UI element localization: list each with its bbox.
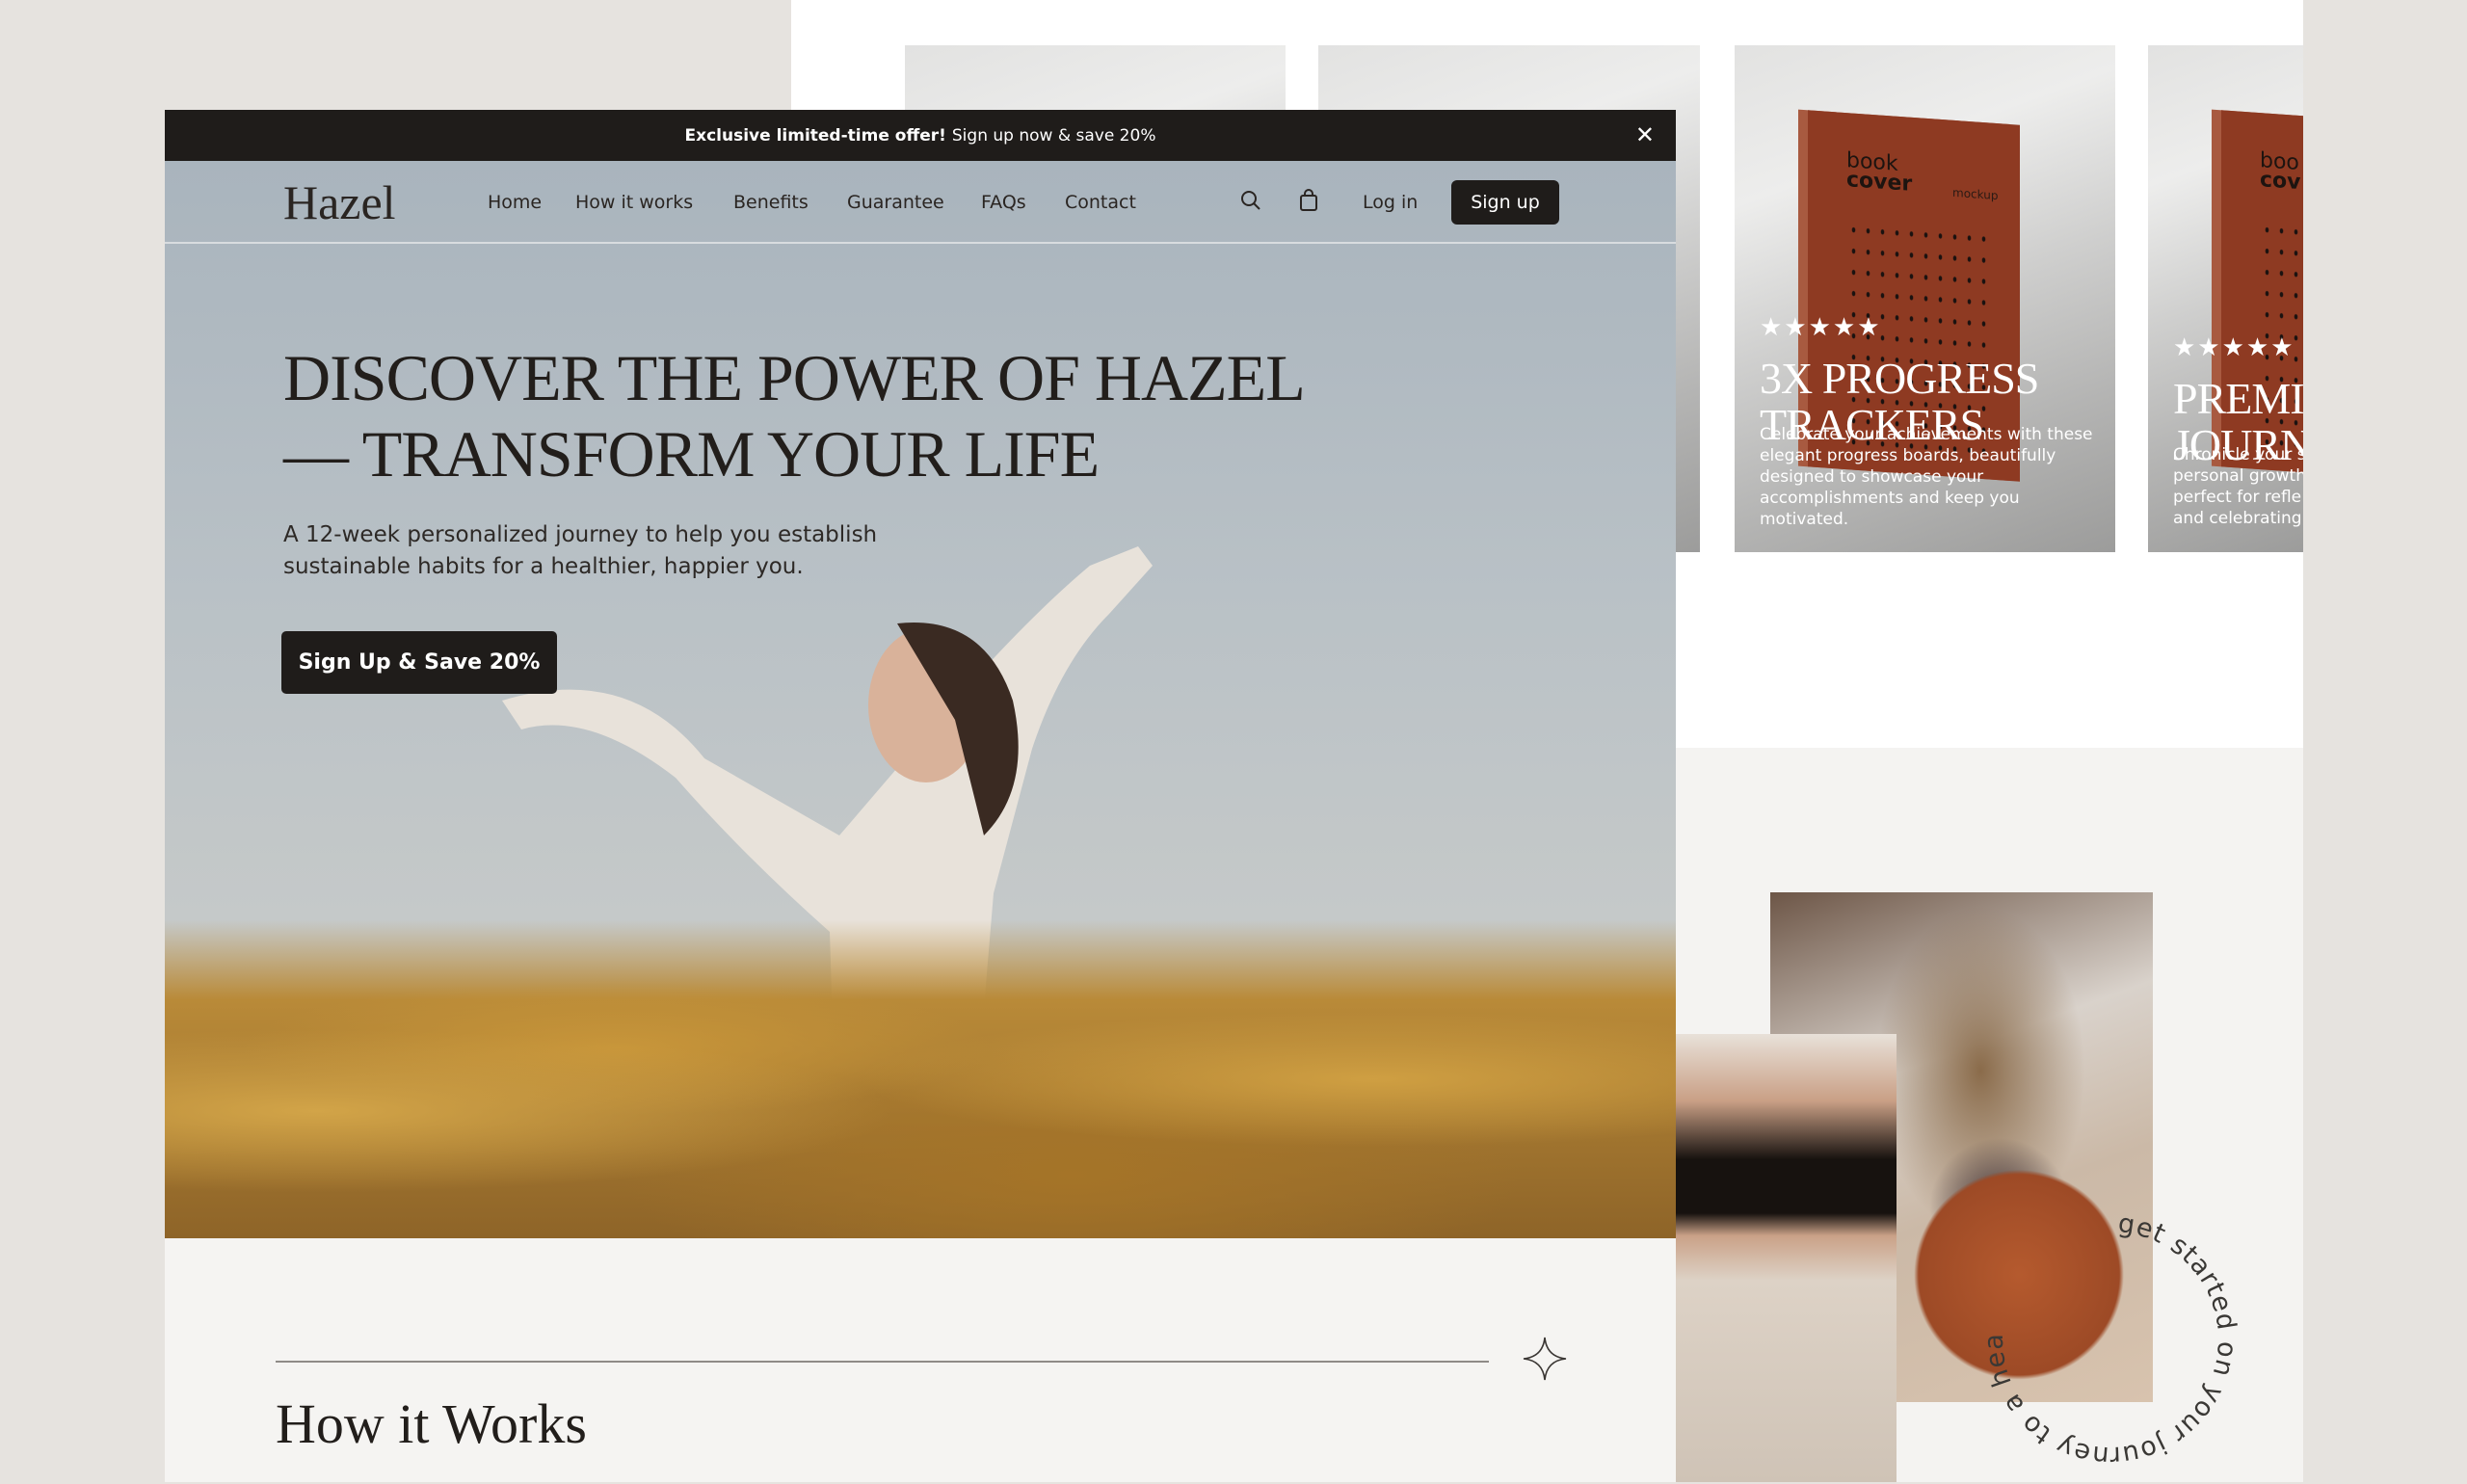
hero-headline: DISCOVER THE POWER OF HAZEL — TRANSFORM Y…	[283, 341, 1306, 490]
signup-save-button[interactable]: Sign Up & Save 20%	[281, 631, 557, 694]
signup-button[interactable]: Sign up	[1451, 180, 1559, 225]
rating-stars: ★★★★★	[2173, 333, 2295, 362]
promo-bold-text: Exclusive limited-time offer!	[684, 125, 946, 146]
book-text: cover	[1846, 168, 1913, 197]
shopping-bag-icon[interactable]	[1296, 188, 1321, 213]
nav-guarantee[interactable]: Guarantee	[847, 192, 944, 213]
book-text: mockup	[1952, 185, 1999, 203]
nav-contact[interactable]: Contact	[1065, 192, 1136, 213]
sparkle-icon	[1523, 1337, 1567, 1381]
product-card-progress-trackers[interactable]: book cover mockup ★★★★★ 3X PROGRESS TRACKE…	[1735, 45, 2115, 552]
nav-how-it-works[interactable]: How it works	[575, 192, 693, 213]
hero-subtext: A 12-week personalized journey to help y…	[283, 522, 878, 579]
close-icon[interactable]: ✕	[1635, 121, 1655, 148]
circular-text: get started on your journey to a healthi…	[1966, 1195, 2241, 1471]
promo-text: Sign up now & save 20%	[951, 125, 1156, 146]
nav-home[interactable]: Home	[488, 192, 542, 213]
card-description: Celebrate your achievements with these e…	[1760, 425, 2093, 529]
product-card-premium-journal[interactable]: boocov ★★★★★ PREMIUJOURN/ Chronicle your…	[2148, 45, 2303, 552]
woman-fitness-photo	[1676, 1034, 1897, 1482]
hero-image	[165, 161, 1676, 1238]
rating-stars: ★★★★★	[1760, 313, 1882, 342]
logo[interactable]: Hazel	[283, 174, 396, 230]
how-it-works-title: How it Works	[276, 1392, 587, 1455]
card-description: Chronicle your s personal growth perfect…	[2173, 445, 2303, 528]
nav-benefits[interactable]: Benefits	[733, 192, 809, 213]
promo-banner: Exclusive limited-time offer! Sign up no…	[165, 110, 1676, 161]
navbar: Hazel Home How it works Benefits Guarant…	[165, 161, 1676, 244]
yellow-flowers	[165, 920, 1676, 1238]
svg-text:get started on your journey to: get started on your journey to a healthi…	[1966, 1195, 2242, 1471]
nav-faqs[interactable]: FAQs	[981, 192, 1026, 213]
website-window: Exclusive limited-time offer! Sign up no…	[165, 110, 1676, 1482]
section-divider	[276, 1361, 1489, 1363]
login-link[interactable]: Log in	[1363, 192, 1418, 213]
book-text: cov	[2260, 168, 2301, 196]
search-icon[interactable]	[1238, 188, 1263, 213]
circular-text-badge: get started on your journey to a healthi…	[1966, 1195, 2242, 1471]
